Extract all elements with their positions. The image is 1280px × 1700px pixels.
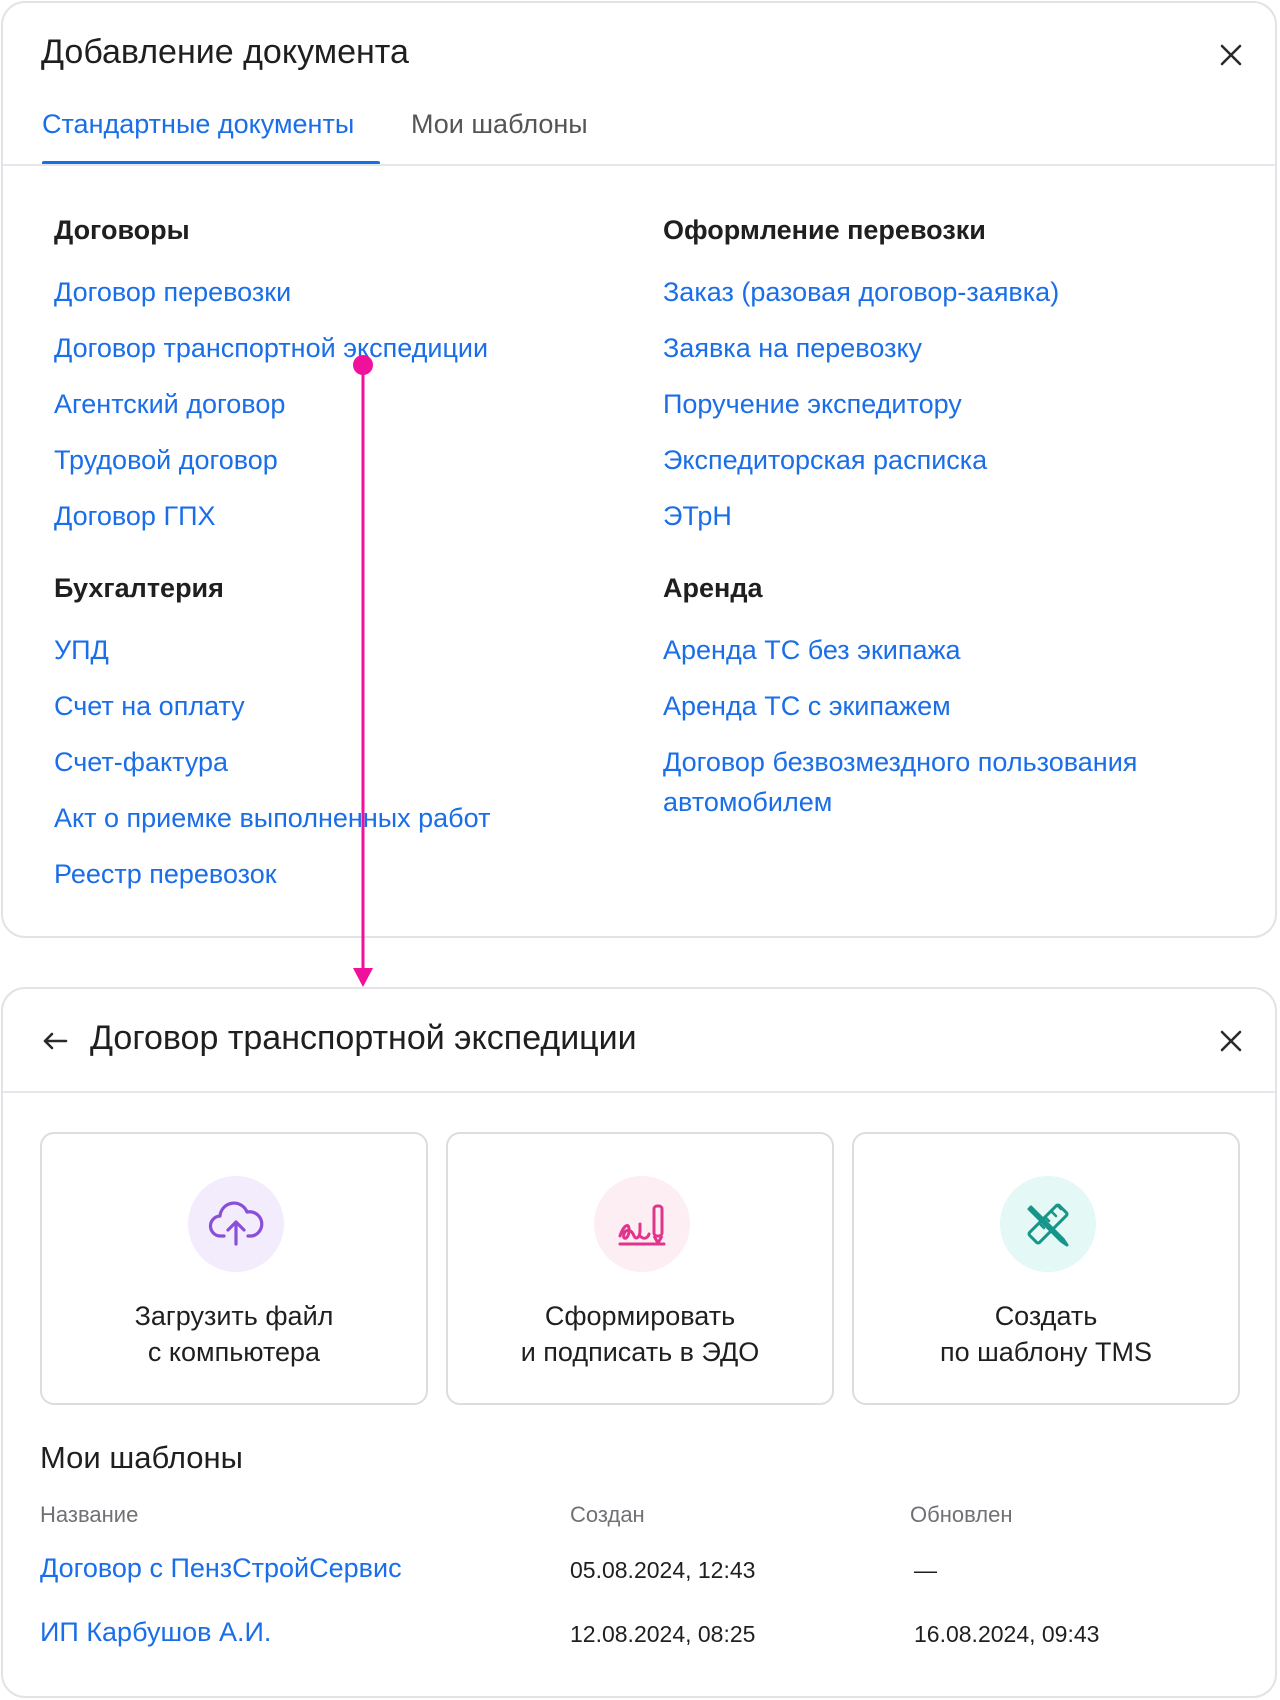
templates-title: Мои шаблоны [40,1440,243,1475]
doc-link[interactable]: Агентский договор [54,376,614,432]
template-updated: — [914,1557,937,1583]
doc-link[interactable]: Счет-фактура [54,734,614,790]
doc-link[interactable]: Акт о приемке выполненных работ [54,790,614,846]
tab-standard-documents[interactable]: Стандартные документы [42,109,354,140]
group-heading: Аренда [663,573,763,603]
dialog-title: Договор транспортной экспедиции [90,1019,637,1057]
icon-circle [594,1176,690,1272]
column-header-name: Название [40,1502,139,1527]
card-label-line: Сформировать [544,1301,736,1331]
dialog-title: Добавление документа [41,33,409,71]
template-name-link[interactable]: Договор с ПензСтройСервис [40,1553,402,1584]
left-column: Договоры Договор перевозки Договор транс… [54,208,614,902]
card-label: Загрузить файл с компьютера [42,1298,426,1370]
doc-link[interactable]: Договор транспортной экспедиции [54,320,614,376]
tms-template-card[interactable]: Создать по шаблону TMS [852,1132,1240,1405]
group-shipping: Оформление перевозки Заказ (разовая дого… [663,208,1223,544]
doc-link[interactable]: Договор ГПХ [54,488,614,544]
doc-link[interactable]: ЭТрН [663,488,1223,544]
group-heading: Бухгалтерия [54,573,224,603]
doc-link[interactable]: Аренда ТС без экипажа [663,622,1223,678]
signature-icon [618,1204,666,1246]
close-button[interactable] [1209,1019,1253,1063]
close-button[interactable] [1209,33,1253,77]
pencil-ruler-icon [1027,1203,1069,1247]
column-header-updated: Обновлен [910,1502,1013,1527]
group-accounting: Бухгалтерия УПД Счет на оплату Счет-факт… [54,566,614,902]
group-heading: Договоры [54,215,190,245]
header-divider [3,1091,1275,1093]
card-label-line: по шаблону TMS [939,1337,1153,1367]
group-contracts: Договоры Договор перевозки Договор транс… [54,208,614,544]
doc-link[interactable]: Трудовой договор [54,432,614,488]
back-button[interactable] [33,1019,77,1063]
doc-link[interactable]: Договор безвозмездного пользования автом… [663,734,1203,830]
doc-link[interactable]: Поручение экспедитору [663,376,1223,432]
close-icon [1220,1030,1242,1052]
arrow-left-icon [43,1032,68,1050]
template-updated: 16.08.2024, 09:43 [914,1621,1100,1647]
card-label: Сформировать и подписать в ЭДО [448,1298,832,1370]
tabs-divider [3,164,1275,166]
template-created: 12.08.2024, 08:25 [570,1621,756,1647]
doc-link[interactable]: Экспедиторская расписка [663,432,1223,488]
edo-sign-card[interactable]: Сформировать и подписать в ЭДО [446,1132,834,1405]
column-header-created: Создан [570,1502,645,1527]
card-label-line: и подписать в ЭДО [520,1337,760,1367]
icon-circle [188,1176,284,1272]
group-rent: Аренда Аренда ТС без экипажа Аренда ТС с… [663,566,1223,830]
template-name-link[interactable]: ИП Карбушов А.И. [40,1617,271,1648]
card-label-line: с компьютера [147,1337,321,1367]
doc-link[interactable]: Заказ (разовая договор-заявка) [663,264,1223,320]
right-column: Оформление перевозки Заказ (разовая дого… [663,208,1223,830]
cloud-upload-icon [208,1201,264,1246]
template-created: 05.08.2024, 12:43 [570,1557,756,1583]
upload-file-card[interactable]: Загрузить файл с компьютера [40,1132,428,1405]
card-label: Создать по шаблону TMS [854,1298,1238,1370]
doc-link[interactable]: Заявка на перевозку [663,320,1223,376]
group-heading: Оформление перевозки [663,215,986,245]
close-icon [1220,44,1242,66]
doc-link[interactable]: УПД [54,622,614,678]
card-label-line: Загрузить файл [134,1301,334,1331]
card-label-line: Создать [994,1301,1098,1331]
doc-link[interactable]: Реестр перевозок [54,846,614,902]
doc-link[interactable]: Договор перевозки [54,264,614,320]
icon-circle [1000,1176,1096,1272]
doc-link[interactable]: Аренда ТС с экипажем [663,678,1223,734]
arrow-head-icon [353,968,373,987]
add-document-dialog: Добавление документа Стандартные докумен… [1,1,1277,938]
tab-my-templates[interactable]: Мои шаблоны [411,109,588,140]
doc-link[interactable]: Счет на оплату [54,678,614,734]
